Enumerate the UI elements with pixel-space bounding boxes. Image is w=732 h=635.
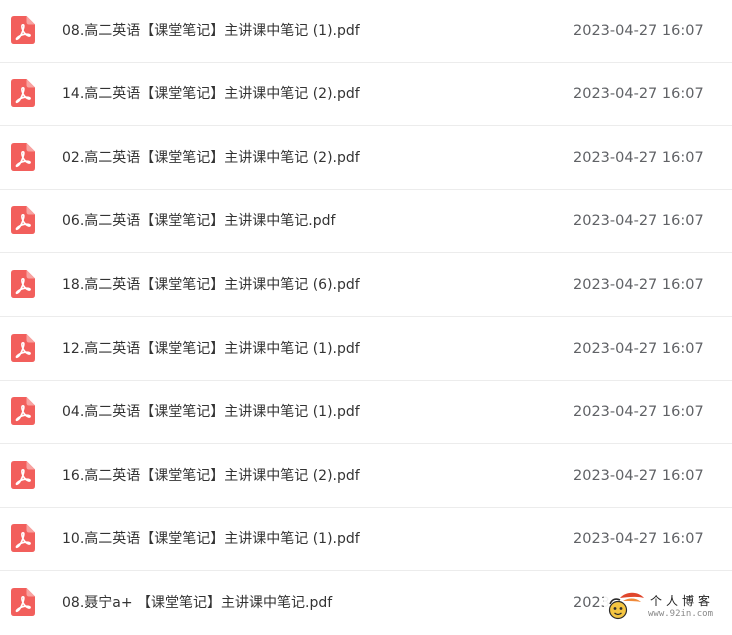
pdf-file-icon <box>11 206 35 234</box>
pdf-file-icon <box>11 461 35 489</box>
file-name[interactable]: 04.高二英语【课堂笔记】主讲课中笔记 (1).pdf <box>62 381 360 443</box>
file-name[interactable]: 18.高二英语【课堂笔记】主讲课中笔记 (6).pdf <box>62 254 360 316</box>
file-row[interactable]: 10.高二英语【课堂笔记】主讲课中笔记 (1).pdf 2023-04-27 1… <box>0 508 732 571</box>
pdf-file-icon <box>11 524 35 552</box>
file-name[interactable]: 14.高二英语【课堂笔记】主讲课中笔记 (2).pdf <box>62 63 360 125</box>
file-name[interactable]: 02.高二英语【课堂笔记】主讲课中笔记 (2).pdf <box>62 127 360 189</box>
file-modified-time: 2023-04-27 16:07 <box>573 213 704 229</box>
watermark-title: 个人博客 <box>650 594 715 608</box>
file-row[interactable]: 04.高二英语【课堂笔记】主讲课中笔记 (1).pdf 2023-04-27 1… <box>0 381 732 444</box>
file-modified-time: 2023-04-27 16:07 <box>573 150 704 166</box>
pdf-file-icon <box>11 334 35 362</box>
pdf-file-icon <box>11 270 35 298</box>
file-name[interactable]: 08.高二英语【课堂笔记】主讲课中笔记 (1).pdf <box>62 0 360 62</box>
file-modified-time: 2023-04-27 16:07 <box>573 23 704 39</box>
pdf-file-icon <box>11 397 35 425</box>
file-row[interactable]: 12.高二英语【课堂笔记】主讲课中笔记 (1).pdf 2023-04-27 1… <box>0 318 732 381</box>
file-modified-time: 2023-04-27 16:07 <box>573 341 704 357</box>
blog-watermark: 个人博客 www.92in.com <box>604 590 728 624</box>
file-modified-time: 2023-04-27 16:07 <box>573 468 704 484</box>
file-modified-time: 2023-04-27 16:07 <box>573 86 704 102</box>
file-name[interactable]: 10.高二英语【课堂笔记】主讲课中笔记 (1).pdf <box>62 508 360 570</box>
pdf-file-icon <box>11 588 35 616</box>
file-row[interactable]: 06.高二英语【课堂笔记】主讲课中笔记.pdf 2023-04-27 16:07 <box>0 190 732 253</box>
pdf-file-icon <box>11 79 35 107</box>
file-row[interactable]: 16.高二英语【课堂笔记】主讲课中笔记 (2).pdf 2023-04-27 1… <box>0 445 732 508</box>
watermark-url: www.92in.com <box>648 609 714 619</box>
pdf-file-icon <box>11 143 35 171</box>
file-name[interactable]: 12.高二英语【课堂笔记】主讲课中笔记 (1).pdf <box>62 318 360 380</box>
file-name[interactable]: 16.高二英语【课堂笔记】主讲课中笔记 (2).pdf <box>62 445 360 507</box>
file-row[interactable]: 14.高二英语【课堂笔记】主讲课中笔记 (2).pdf 2023-04-27 1… <box>0 63 732 126</box>
file-row[interactable]: 02.高二英语【课堂笔记】主讲课中笔记 (2).pdf 2023-04-27 1… <box>0 127 732 190</box>
pdf-file-icon <box>11 16 35 44</box>
file-modified-time: 2023-04-27 16:07 <box>573 404 704 420</box>
file-list: 08.高二英语【课堂笔记】主讲课中笔记 (1).pdf 2023-04-27 1… <box>0 0 732 627</box>
file-row[interactable]: 18.高二英语【课堂笔记】主讲课中笔记 (6).pdf 2023-04-27 1… <box>0 254 732 317</box>
blog-logo-icon <box>606 592 646 622</box>
file-row[interactable]: 08.高二英语【课堂笔记】主讲课中笔记 (1).pdf 2023-04-27 1… <box>0 0 732 63</box>
file-modified-time: 2023-04-27 16:07 <box>573 277 704 293</box>
file-name[interactable]: 08.聂宁a+ 【课堂笔记】主讲课中笔记.pdf <box>62 572 332 634</box>
file-name[interactable]: 06.高二英语【课堂笔记】主讲课中笔记.pdf <box>62 190 335 252</box>
file-modified-time: 2023-04-27 16:07 <box>573 531 704 547</box>
